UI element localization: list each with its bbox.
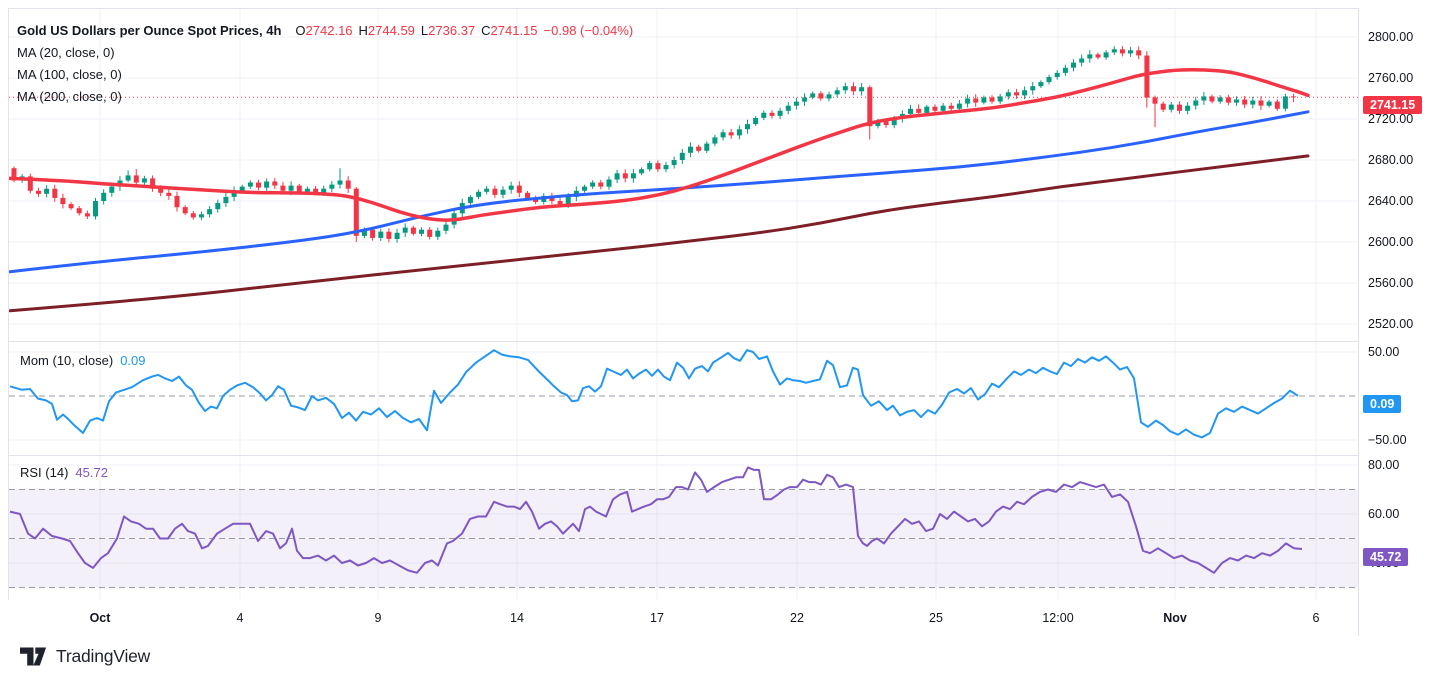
tradingview-logo-text: TradingView xyxy=(56,646,150,667)
time-tick-label: 17 xyxy=(617,608,697,628)
open-label: O xyxy=(295,23,305,38)
rsi-value-badge: 45.72 xyxy=(1363,548,1408,566)
high-label: H xyxy=(359,23,368,38)
tradingview-logo-icon xyxy=(20,646,47,667)
rsi-legend-row[interactable]: RSI (14) 45.72 xyxy=(20,462,108,484)
tradingview-chart-window: Gold US Dollars per Ounce Spot Prices, 4… xyxy=(0,0,1454,679)
price-axis[interactable]: 2741.15 0.09 45.72 2800.002760.002720.00… xyxy=(1359,8,1454,636)
tradingview-logo[interactable]: TradingView xyxy=(20,646,150,667)
time-tick-label: 25 xyxy=(896,608,976,628)
symbol-title: Gold US Dollars per Ounce Spot Prices, 4… xyxy=(17,23,281,38)
momentum-tick-label: −50.00 xyxy=(1368,431,1407,449)
time-tick-label: 4 xyxy=(200,608,280,628)
rsi-tick-label: 60.00 xyxy=(1368,505,1399,523)
momentum-tick-label: 50.00 xyxy=(1368,343,1399,361)
rsi-value: 45.72 xyxy=(75,465,108,480)
momentum-legend-row[interactable]: Mom (10, close) 0.09 xyxy=(20,350,146,372)
ma20-label: MA (20, close, 0) xyxy=(17,45,115,60)
momentum-value: 0.09 xyxy=(120,353,145,368)
ma20-line xyxy=(10,70,1308,220)
time-tick-label: Nov xyxy=(1135,608,1215,628)
price-tick-label: 2520.00 xyxy=(1368,315,1413,333)
close-label: C xyxy=(481,23,490,38)
last-price-badge: 2741.15 xyxy=(1363,96,1422,114)
change-value: −0.98 (−0.04%) xyxy=(544,23,634,38)
symbol-legend-row[interactable]: Gold US Dollars per Ounce Spot Prices, 4… xyxy=(17,20,633,42)
low-value: 2736.37 xyxy=(428,23,475,38)
momentum-value-badge: 0.09 xyxy=(1363,395,1401,413)
price-tick-label: 2680.00 xyxy=(1368,151,1413,169)
price-tick-label: 2560.00 xyxy=(1368,274,1413,292)
ma200-legend-row[interactable]: MA (200, close, 0) xyxy=(17,86,122,108)
chart-area[interactable] xyxy=(0,0,1358,636)
time-tick-label: 9 xyxy=(338,608,418,628)
rsi-band-and-levels xyxy=(9,396,1358,588)
ma200-line xyxy=(10,156,1308,311)
time-axis[interactable]: Oct 4 9 14 17 22 25 12:00 Nov 6 xyxy=(0,600,1358,636)
pane-separator-main-mom[interactable] xyxy=(8,341,1445,342)
pane-separator-mom-rsi[interactable] xyxy=(8,455,1445,456)
time-tick-label: Oct xyxy=(60,608,140,628)
high-value: 2744.59 xyxy=(368,23,415,38)
time-tick-label: 12:00 xyxy=(1018,608,1098,628)
price-tick-label: 2600.00 xyxy=(1368,233,1413,251)
momentum-line xyxy=(10,350,1298,437)
close-value: 2741.15 xyxy=(491,23,538,38)
momentum-label: Mom (10, close) xyxy=(20,353,113,368)
time-tick-label: 6 xyxy=(1276,608,1356,628)
price-tick-label: 2800.00 xyxy=(1368,28,1413,46)
ma100-label: MA (100, close, 0) xyxy=(17,67,122,82)
chart-plot[interactable] xyxy=(0,0,1358,636)
open-value: 2742.16 xyxy=(306,23,353,38)
ma100-legend-row[interactable]: MA (100, close, 0) xyxy=(17,64,122,86)
time-tick-label: 14 xyxy=(477,608,557,628)
ma20-legend-row[interactable]: MA (20, close, 0) xyxy=(17,42,115,64)
price-tick-label: 2760.00 xyxy=(1368,69,1413,87)
rsi-tick-label: 80.00 xyxy=(1368,456,1399,474)
price-tick-label: 2640.00 xyxy=(1368,192,1413,210)
rsi-label: RSI (14) xyxy=(20,465,68,480)
time-tick-label: 22 xyxy=(757,608,837,628)
candles-layer xyxy=(12,46,1297,243)
ma200-label: MA (200, close, 0) xyxy=(17,89,122,104)
